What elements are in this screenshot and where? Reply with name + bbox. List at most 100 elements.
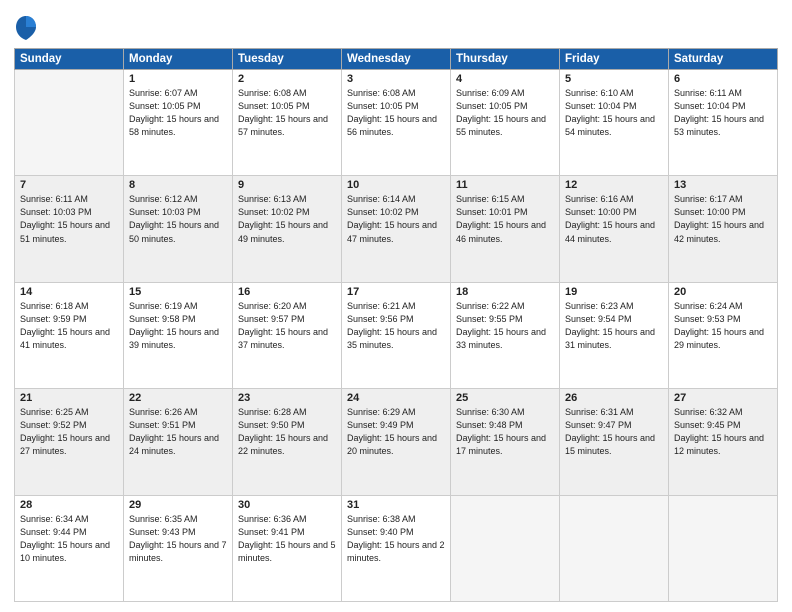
day-info: Sunrise: 6:19 AMSunset: 9:58 PMDaylight:… [129, 300, 227, 352]
day-number: 20 [674, 286, 772, 298]
day-info: Sunrise: 6:23 AMSunset: 9:54 PMDaylight:… [565, 300, 663, 352]
calendar-header-cell: Saturday [669, 49, 778, 70]
calendar-day-cell: 14 Sunrise: 6:18 AMSunset: 9:59 PMDayligh… [15, 282, 124, 388]
calendar-header-cell: Tuesday [233, 49, 342, 70]
calendar-day-cell: 5 Sunrise: 6:10 AMSunset: 10:04 PMDayligh… [560, 70, 669, 176]
page: SundayMondayTuesdayWednesdayThursdayFrid… [0, 0, 792, 612]
calendar-day-cell: 31Sunrise: 6:38 AMSunset: 9:40 PMDayligh… [342, 495, 451, 601]
calendar-day-cell: 11 Sunrise: 6:15 AMSunset: 10:01 PMDaylig… [451, 176, 560, 282]
day-number: 7 [20, 179, 118, 191]
day-info: Sunrise: 6:09 AMSunset: 10:05 PMDaylight… [456, 87, 554, 139]
day-number: 18 [456, 286, 554, 298]
calendar-day-cell: 23 Sunrise: 6:28 AMSunset: 9:50 PMDayligh… [233, 389, 342, 495]
day-info: Sunrise: 6:28 AMSunset: 9:50 PMDaylight:… [238, 406, 336, 458]
calendar-day-cell: 2 Sunrise: 6:08 AMSunset: 10:05 PMDayligh… [233, 70, 342, 176]
day-number: 19 [565, 286, 663, 298]
day-info: Sunrise: 6:16 AMSunset: 10:00 PMDaylight… [565, 193, 663, 245]
day-number: 21 [20, 392, 118, 404]
calendar-day-cell: 30 Sunrise: 6:36 AMSunset: 9:41 PMDayligh… [233, 495, 342, 601]
calendar-day-cell: 12 Sunrise: 6:16 AMSunset: 10:00 PMDaylig… [560, 176, 669, 282]
day-number: 14 [20, 286, 118, 298]
day-number: 10 [347, 179, 445, 191]
calendar-day-cell: 29 Sunrise: 6:35 AMSunset: 9:43 PMDayligh… [124, 495, 233, 601]
day-info: Sunrise: 6:26 AMSunset: 9:51 PMDaylight:… [129, 406, 227, 458]
calendar-day-cell: 15 Sunrise: 6:19 AMSunset: 9:58 PMDayligh… [124, 282, 233, 388]
day-number: 24 [347, 392, 445, 404]
day-number: 26 [565, 392, 663, 404]
day-number: 31 [347, 499, 445, 511]
calendar-day-cell: 18 Sunrise: 6:22 AMSunset: 9:55 PMDayligh… [451, 282, 560, 388]
calendar-day-cell: 6 Sunrise: 6:11 AMSunset: 10:04 PMDayligh… [669, 70, 778, 176]
day-info: Sunrise: 6:15 AMSunset: 10:01 PMDaylight… [456, 193, 554, 245]
day-number: 29 [129, 499, 227, 511]
day-number: 5 [565, 73, 663, 85]
calendar-week-row: 1 Sunrise: 6:07 AMSunset: 10:05 PMDayligh… [15, 70, 778, 176]
day-number: 25 [456, 392, 554, 404]
day-number: 1 [129, 73, 227, 85]
day-info: Sunrise: 6:17 AMSunset: 10:00 PMDaylight… [674, 193, 772, 245]
calendar-day-cell: 24 Sunrise: 6:29 AMSunset: 9:49 PMDayligh… [342, 389, 451, 495]
calendar-header-cell: Sunday [15, 49, 124, 70]
day-number: 2 [238, 73, 336, 85]
day-number: 16 [238, 286, 336, 298]
calendar-day-cell: 20Sunrise: 6:24 AMSunset: 9:53 PMDayligh… [669, 282, 778, 388]
calendar-day-cell: 28Sunrise: 6:34 AMSunset: 9:44 PMDayligh… [15, 495, 124, 601]
calendar-week-row: 14 Sunrise: 6:18 AMSunset: 9:59 PMDayligh… [15, 282, 778, 388]
day-number: 8 [129, 179, 227, 191]
day-info: Sunrise: 6:14 AMSunset: 10:02 PMDaylight… [347, 193, 445, 245]
day-info: Sunrise: 6:08 AMSunset: 10:05 PMDaylight… [238, 87, 336, 139]
calendar-day-cell: 1 Sunrise: 6:07 AMSunset: 10:05 PMDayligh… [124, 70, 233, 176]
day-number: 12 [565, 179, 663, 191]
calendar-day-cell: 25 Sunrise: 6:30 AMSunset: 9:48 PMDayligh… [451, 389, 560, 495]
day-info: Sunrise: 6:22 AMSunset: 9:55 PMDaylight:… [456, 300, 554, 352]
day-number: 6 [674, 73, 772, 85]
calendar-header-cell: Wednesday [342, 49, 451, 70]
day-info: Sunrise: 6:29 AMSunset: 9:49 PMDaylight:… [347, 406, 445, 458]
day-number: 22 [129, 392, 227, 404]
day-info: Sunrise: 6:32 AMSunset: 9:45 PMDaylight:… [674, 406, 772, 458]
calendar-day-cell: 8Sunrise: 6:12 AMSunset: 10:03 PMDayligh… [124, 176, 233, 282]
calendar-day-cell: 22 Sunrise: 6:26 AMSunset: 9:51 PMDayligh… [124, 389, 233, 495]
calendar-week-row: 7 Sunrise: 6:11 AMSunset: 10:03 PMDayligh… [15, 176, 778, 282]
day-info: Sunrise: 6:25 AMSunset: 9:52 PMDaylight:… [20, 406, 118, 458]
day-info: Sunrise: 6:13 AMSunset: 10:02 PMDaylight… [238, 193, 336, 245]
calendar-day-cell: 26 Sunrise: 6:31 AMSunset: 9:47 PMDayligh… [560, 389, 669, 495]
day-number: 11 [456, 179, 554, 191]
day-number: 30 [238, 499, 336, 511]
day-number: 28 [20, 499, 118, 511]
day-number: 23 [238, 392, 336, 404]
day-info: Sunrise: 6:30 AMSunset: 9:48 PMDaylight:… [456, 406, 554, 458]
calendar-day-cell [669, 495, 778, 601]
calendar-day-cell: 3Sunrise: 6:08 AMSunset: 10:05 PMDayligh… [342, 70, 451, 176]
day-info: Sunrise: 6:36 AMSunset: 9:41 PMDaylight:… [238, 513, 336, 565]
calendar-day-cell: 21 Sunrise: 6:25 AMSunset: 9:52 PMDayligh… [15, 389, 124, 495]
calendar-day-cell: 4Sunrise: 6:09 AMSunset: 10:05 PMDayligh… [451, 70, 560, 176]
calendar-day-cell: 7 Sunrise: 6:11 AMSunset: 10:03 PMDayligh… [15, 176, 124, 282]
day-info: Sunrise: 6:31 AMSunset: 9:47 PMDaylight:… [565, 406, 663, 458]
day-info: Sunrise: 6:10 AMSunset: 10:04 PMDaylight… [565, 87, 663, 139]
day-number: 17 [347, 286, 445, 298]
calendar-day-cell: 9 Sunrise: 6:13 AMSunset: 10:02 PMDayligh… [233, 176, 342, 282]
day-info: Sunrise: 6:20 AMSunset: 9:57 PMDaylight:… [238, 300, 336, 352]
calendar-week-row: 28Sunrise: 6:34 AMSunset: 9:44 PMDayligh… [15, 495, 778, 601]
calendar-day-cell: 19 Sunrise: 6:23 AMSunset: 9:54 PMDayligh… [560, 282, 669, 388]
day-number: 27 [674, 392, 772, 404]
calendar-day-cell [560, 495, 669, 601]
calendar-day-cell: 16 Sunrise: 6:20 AMSunset: 9:57 PMDayligh… [233, 282, 342, 388]
header [14, 10, 778, 42]
calendar-header-cell: Thursday [451, 49, 560, 70]
day-number: 15 [129, 286, 227, 298]
day-number: 9 [238, 179, 336, 191]
day-info: Sunrise: 6:08 AMSunset: 10:05 PMDaylight… [347, 87, 445, 139]
day-info: Sunrise: 6:18 AMSunset: 9:59 PMDaylight:… [20, 300, 118, 352]
day-info: Sunrise: 6:35 AMSunset: 9:43 PMDaylight:… [129, 513, 227, 565]
calendar-day-cell [15, 70, 124, 176]
calendar-week-row: 21 Sunrise: 6:25 AMSunset: 9:52 PMDayligh… [15, 389, 778, 495]
day-info: Sunrise: 6:11 AMSunset: 10:03 PMDaylight… [20, 193, 118, 245]
calendar-day-cell: 10 Sunrise: 6:14 AMSunset: 10:02 PMDaylig… [342, 176, 451, 282]
day-info: Sunrise: 6:21 AMSunset: 9:56 PMDaylight:… [347, 300, 445, 352]
day-info: Sunrise: 6:07 AMSunset: 10:05 PMDaylight… [129, 87, 227, 139]
calendar-day-cell: 27 Sunrise: 6:32 AMSunset: 9:45 PMDayligh… [669, 389, 778, 495]
logo-icon [14, 14, 38, 42]
day-info: Sunrise: 6:11 AMSunset: 10:04 PMDaylight… [674, 87, 772, 139]
